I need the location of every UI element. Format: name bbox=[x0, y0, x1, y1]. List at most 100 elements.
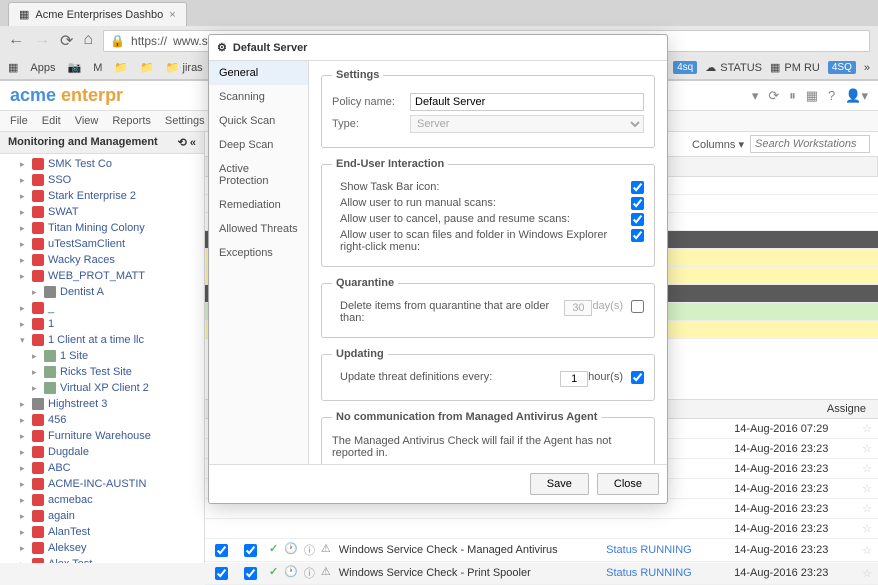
tree-caret-icon[interactable]: ▸ bbox=[20, 223, 28, 234]
browser-tab[interactable]: ▦ Acme Enterprises Dashbo × bbox=[8, 2, 187, 26]
sidebar-item[interactable]: ▸1 Site bbox=[0, 348, 204, 364]
sidebar-item[interactable]: ▸Aleksey bbox=[0, 540, 204, 556]
bookmark-status[interactable]: ☁ STATUS bbox=[705, 61, 762, 74]
menu-reports[interactable]: Reports bbox=[112, 115, 151, 127]
col-assignee[interactable]: Assigne bbox=[821, 403, 872, 415]
tree-caret-icon[interactable]: ▸ bbox=[20, 415, 28, 426]
check-row[interactable]: ✓🕐ⓘ⚠Windows Service Check - Print Spoole… bbox=[205, 562, 878, 585]
columns-button[interactable]: Columns ▾ bbox=[692, 138, 744, 151]
tree-caret-icon[interactable]: ▸ bbox=[20, 399, 28, 410]
dialog-nav-item[interactable]: Exceptions bbox=[209, 241, 308, 265]
star-icon[interactable]: ☆ bbox=[862, 482, 872, 495]
back-icon[interactable]: ← bbox=[8, 31, 24, 51]
updating-hours-input[interactable] bbox=[560, 371, 588, 387]
sidebar-item[interactable]: ▸again bbox=[0, 508, 204, 524]
check-checkbox[interactable] bbox=[215, 567, 228, 580]
check-checkbox[interactable] bbox=[244, 567, 257, 580]
tree-caret-icon[interactable]: ▸ bbox=[20, 159, 28, 170]
star-icon[interactable]: ☆ bbox=[862, 462, 872, 475]
bookmark-overflow[interactable]: » bbox=[864, 62, 870, 74]
refresh-icon[interactable]: ⟳ bbox=[768, 88, 779, 104]
sidebar-item[interactable]: ▸456 bbox=[0, 412, 204, 428]
tree-caret-icon[interactable]: ▸ bbox=[20, 447, 28, 458]
tree-caret-icon[interactable]: ▸ bbox=[20, 431, 28, 442]
tree-caret-icon[interactable]: ▸ bbox=[20, 271, 28, 282]
tree-caret-icon[interactable]: ▸ bbox=[20, 175, 28, 186]
sidebar-item[interactable]: ▸Ricks Test Site bbox=[0, 364, 204, 380]
sidebar-item[interactable]: ▸Furniture Warehouse bbox=[0, 428, 204, 444]
tree-caret-icon[interactable]: ▸ bbox=[20, 543, 28, 554]
sidebar-item[interactable]: ▾1 Client at a time llc bbox=[0, 332, 204, 348]
menu-file[interactable]: File bbox=[10, 115, 28, 127]
tree-caret-icon[interactable]: ▸ bbox=[20, 255, 28, 266]
bookmark-pmru[interactable]: ▦ PM RU bbox=[770, 61, 820, 74]
opt-manual-checkbox[interactable] bbox=[631, 197, 644, 210]
tree-caret-icon[interactable]: ▸ bbox=[20, 191, 28, 202]
home-icon[interactable]: ⌂ bbox=[83, 31, 93, 51]
sidebar-item[interactable]: ▸Titan Mining Colony bbox=[0, 220, 204, 236]
sidebar-item[interactable]: ▸SWAT bbox=[0, 204, 204, 220]
tree-caret-icon[interactable]: ▸ bbox=[20, 559, 28, 564]
menu-settings[interactable]: Settings bbox=[165, 115, 205, 127]
tree-caret-icon[interactable]: ▸ bbox=[32, 367, 40, 378]
sidebar-item[interactable]: ▸WEB_PROT_MATT bbox=[0, 268, 204, 284]
updating-checkbox[interactable] bbox=[631, 371, 644, 384]
tree-caret-icon[interactable]: ▸ bbox=[20, 319, 28, 330]
star-icon[interactable]: ☆ bbox=[862, 422, 872, 435]
tree-caret-icon[interactable]: ▸ bbox=[32, 287, 40, 298]
opt-cancel-checkbox[interactable] bbox=[631, 213, 644, 226]
wall-icon[interactable]: ▦ bbox=[806, 88, 818, 104]
tree-caret-icon[interactable]: ▸ bbox=[32, 383, 40, 394]
check-row[interactable]: ✓🕐ⓘ⚠Windows Service Check - Managed Anti… bbox=[205, 539, 878, 562]
tree-caret-icon[interactable]: ▸ bbox=[20, 239, 28, 250]
help-icon[interactable]: ? bbox=[828, 88, 835, 104]
star-icon[interactable]: ☆ bbox=[862, 567, 872, 580]
reload-icon[interactable]: ⟳ bbox=[60, 31, 73, 51]
star-icon[interactable]: ☆ bbox=[862, 522, 872, 535]
tree-caret-icon[interactable]: ▸ bbox=[20, 511, 28, 522]
quarantine-checkbox[interactable] bbox=[631, 300, 644, 313]
sidebar-collapse-icon[interactable]: ⟲ « bbox=[178, 136, 196, 149]
sidebar-item[interactable]: ▸SMK Test Co bbox=[0, 156, 204, 172]
sidebar-item[interactable]: ▸Virtual XP Client 2 bbox=[0, 380, 204, 396]
sidebar-item[interactable]: ▸SSO bbox=[0, 172, 204, 188]
menu-view[interactable]: View bbox=[75, 115, 99, 127]
pause-icon[interactable]: ⏸ bbox=[789, 88, 796, 104]
sidebar-item[interactable]: ▸ABC bbox=[0, 460, 204, 476]
sidebar-item[interactable]: ▸Alex Test bbox=[0, 556, 204, 563]
bookmark-4sq2[interactable]: 4SQ bbox=[828, 61, 856, 74]
forward-icon[interactable]: → bbox=[34, 31, 50, 51]
bookmark-apps[interactable]: Apps bbox=[30, 62, 55, 74]
search-input[interactable] bbox=[750, 135, 870, 153]
dialog-nav-item[interactable]: Quick Scan bbox=[209, 109, 308, 133]
bookmark-jiras[interactable]: 📁 jiras bbox=[166, 61, 203, 74]
dialog-nav-item[interactable]: Deep Scan bbox=[209, 133, 308, 157]
star-icon[interactable]: ☆ bbox=[862, 502, 872, 515]
list-item[interactable]: 14-Aug-2016 23:23☆ bbox=[205, 519, 878, 539]
tree-caret-icon[interactable]: ▸ bbox=[32, 351, 40, 362]
user-icon[interactable]: 👤▾ bbox=[845, 88, 868, 104]
menu-edit[interactable]: Edit bbox=[42, 115, 61, 127]
dropdown-icon[interactable]: ▾ bbox=[752, 88, 759, 104]
opt-explorer-checkbox[interactable] bbox=[631, 229, 644, 242]
tree-caret-icon[interactable]: ▸ bbox=[20, 479, 28, 490]
sidebar-item[interactable]: ▸Stark Enterprise 2 bbox=[0, 188, 204, 204]
sidebar-item[interactable]: ▸Highstreet 3 bbox=[0, 396, 204, 412]
dialog-nav-item[interactable]: Allowed Threats bbox=[209, 217, 308, 241]
bookmark-item[interactable]: 📁 bbox=[140, 61, 154, 74]
tree-caret-icon[interactable]: ▾ bbox=[20, 335, 28, 346]
close-button[interactable]: Close bbox=[597, 473, 659, 495]
tree-caret-icon[interactable]: ▸ bbox=[20, 303, 28, 314]
dialog-nav-item[interactable]: Scanning bbox=[209, 85, 308, 109]
type-select[interactable]: Server bbox=[410, 115, 644, 133]
check-checkbox[interactable] bbox=[244, 544, 257, 557]
tree-caret-icon[interactable]: ▸ bbox=[20, 495, 28, 506]
dialog-nav-item[interactable]: Active Protection bbox=[209, 157, 308, 193]
sidebar-item[interactable]: ▸Wacky Races bbox=[0, 252, 204, 268]
sidebar-item[interactable]: ▸AlanTest bbox=[0, 524, 204, 540]
dialog-nav-item[interactable]: Remediation bbox=[209, 193, 308, 217]
opt-taskbar-checkbox[interactable] bbox=[631, 181, 644, 194]
star-icon[interactable]: ☆ bbox=[862, 442, 872, 455]
dialog-nav-item[interactable]: General bbox=[209, 61, 308, 85]
sidebar-item[interactable]: ▸uTestSamClient bbox=[0, 236, 204, 252]
